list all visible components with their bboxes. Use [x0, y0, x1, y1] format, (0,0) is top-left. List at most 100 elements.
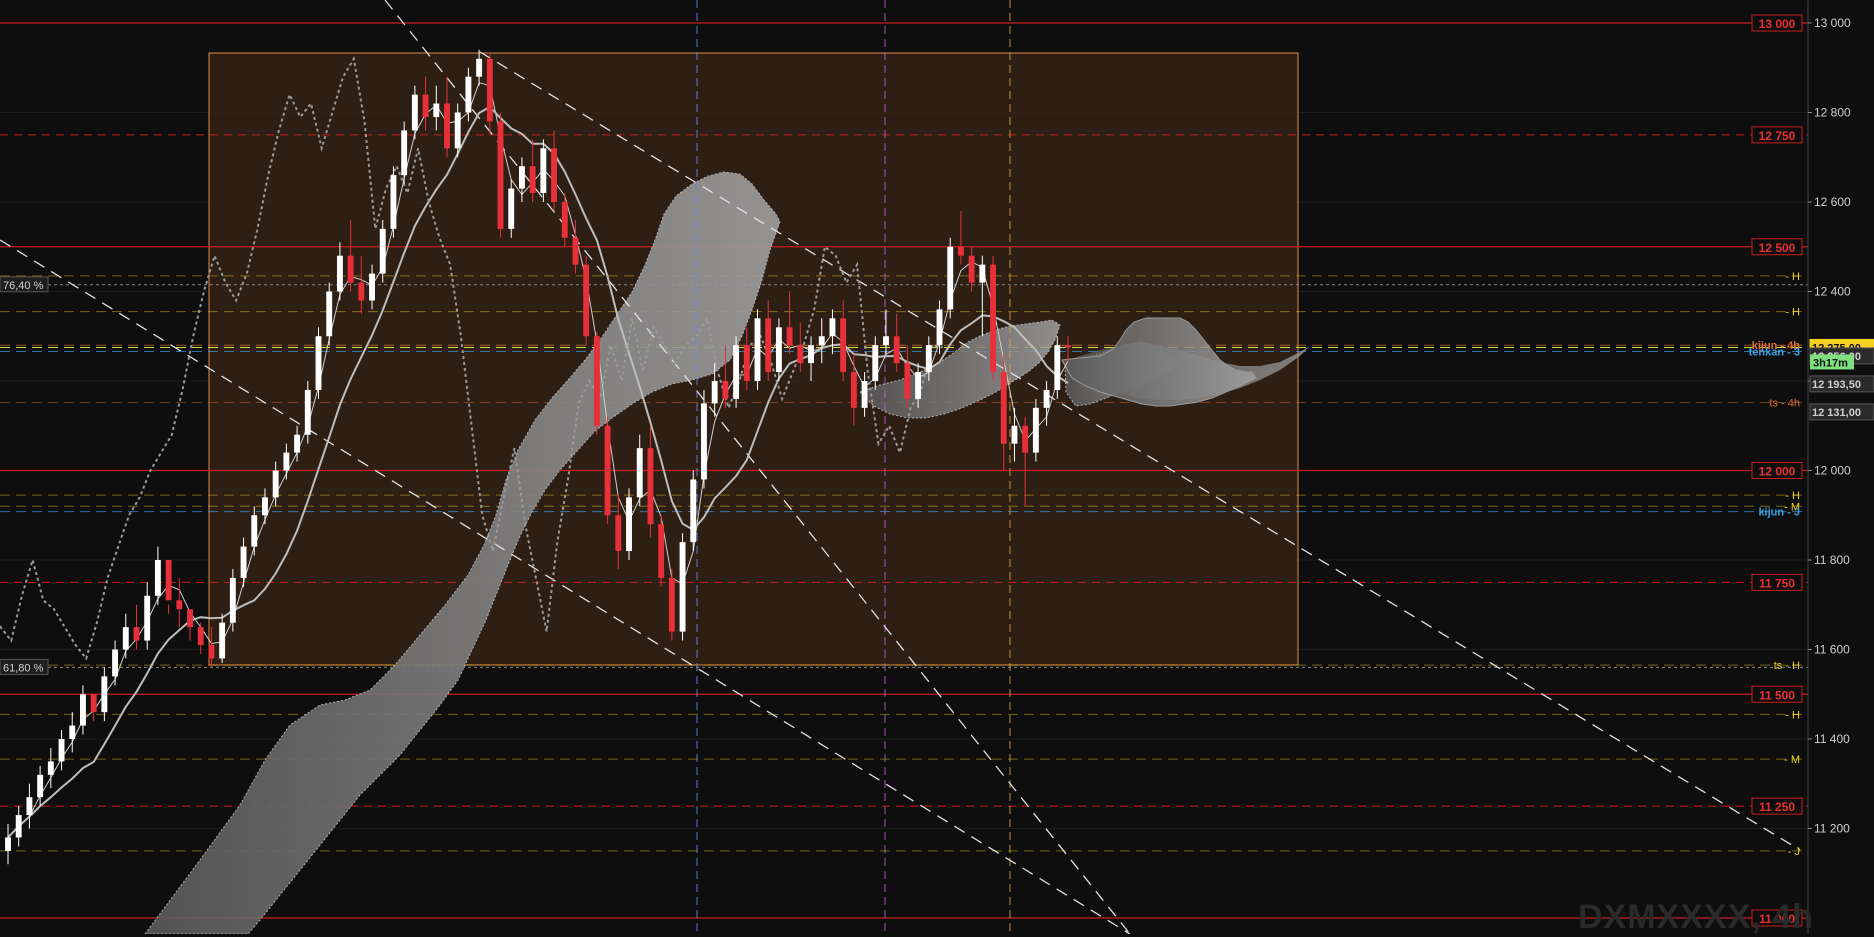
candle-body [240, 546, 247, 578]
level-marker-label: - H [1785, 307, 1800, 319]
candle-body [47, 761, 54, 775]
level-marker-label: - M [1784, 754, 1800, 766]
axis-tick-label: 11 600 [1814, 643, 1850, 657]
candle-body [1054, 345, 1061, 390]
candle-body [990, 264, 996, 373]
level-marker-label: - H [1785, 271, 1800, 283]
axis-tick-label: 11 400 [1814, 732, 1850, 746]
axis-tick-label: 12 400 [1814, 285, 1851, 299]
candle-body [872, 345, 879, 381]
symbol-watermark: DXMXXXX, 4h [1578, 898, 1814, 936]
candle-body [808, 345, 814, 364]
candle-body [58, 739, 65, 762]
candle-body [626, 497, 632, 552]
candle-body [572, 237, 579, 265]
candle-body [219, 622, 226, 659]
candle-body [347, 255, 354, 283]
candle-body [529, 166, 536, 194]
candle-body [979, 264, 986, 283]
candle-body [636, 448, 643, 498]
candle-body [647, 448, 654, 525]
named-line-label: kijun - J [1758, 507, 1800, 519]
round-level-label: 12 000 [1759, 465, 1796, 479]
candle-body [722, 381, 729, 399]
candle-body [1065, 345, 1071, 348]
round-level-label: 11 750 [1759, 576, 1795, 590]
candle-body [165, 560, 172, 601]
candle-body [229, 577, 236, 623]
candle-body [454, 112, 461, 149]
candle-body [701, 403, 707, 480]
candle-body [765, 318, 772, 373]
candle-body [1043, 389, 1050, 408]
candle-body [1000, 372, 1007, 444]
level-marker-label: ts - H [1774, 660, 1800, 672]
candle-body [369, 273, 375, 301]
candle-body [1011, 425, 1018, 444]
candle-body [679, 542, 686, 632]
candle-body [840, 318, 847, 373]
candle-body [5, 837, 11, 851]
candle-body [433, 103, 440, 117]
candle-body [775, 327, 782, 373]
candle-body [754, 318, 761, 381]
candle-body [915, 372, 922, 399]
candle-body [336, 255, 343, 292]
candle-body [861, 381, 868, 408]
candle-body [711, 381, 718, 404]
candle-body [208, 645, 215, 659]
candle-body [497, 121, 504, 229]
axis-tick-label: 11 200 [1814, 822, 1850, 836]
candle-body [326, 291, 333, 337]
candle-body [1022, 425, 1029, 453]
axis-tick-label: 12 600 [1814, 195, 1851, 209]
price-tag-label: 12 131,00 [1812, 407, 1861, 419]
candle-body [947, 246, 954, 310]
candle-body [583, 264, 590, 337]
candle-body [251, 515, 258, 547]
candle-body [486, 58, 493, 122]
candle-body [422, 94, 429, 117]
axis-tick-label: 13 000 [1814, 16, 1851, 30]
candle-body [390, 175, 397, 229]
candle-body [101, 676, 108, 713]
candle-body [262, 497, 268, 516]
candle-body [743, 345, 750, 381]
candle-body [893, 336, 900, 364]
candle-body [668, 577, 675, 632]
candle-body [90, 694, 97, 713]
candle-body [904, 363, 911, 399]
named-line-label: tenkan - 3 [1749, 346, 1800, 358]
level-marker-label: - J [1788, 846, 1800, 858]
fib-label: 61,80 % [3, 662, 44, 674]
round-level-label: 13 000 [1759, 17, 1796, 31]
candle-body [797, 345, 804, 364]
round-level-label: 11 500 [1759, 688, 1795, 702]
candle-body [551, 148, 558, 202]
candle-body [379, 228, 386, 274]
candle-body [540, 148, 547, 194]
candle-body [957, 246, 964, 256]
candle-body [122, 627, 129, 650]
candle-body [733, 345, 740, 399]
candle-body [829, 318, 836, 337]
price-chart[interactable]: 13 000 12 750 12 500 12 000 11 750 11 500 11 2… [0, 0, 1874, 934]
axis-tick-label: 12 000 [1814, 464, 1851, 478]
candle-body [272, 470, 279, 498]
candle-body [1032, 407, 1039, 453]
candle-body [315, 336, 322, 390]
axis-tick-label: 12 800 [1814, 106, 1851, 120]
candle-body [133, 627, 140, 641]
candle-body [15, 815, 22, 838]
candle-body [69, 725, 76, 739]
candle-body [358, 282, 365, 301]
fib-label: 76,40 % [3, 280, 44, 292]
candle-body [154, 560, 161, 596]
candle-body [658, 524, 665, 578]
candle-body [112, 649, 119, 677]
candle-body [304, 389, 311, 435]
candle-body [476, 58, 483, 77]
candle-body [690, 479, 697, 543]
candle-body [465, 76, 472, 113]
candle-body [283, 452, 290, 471]
